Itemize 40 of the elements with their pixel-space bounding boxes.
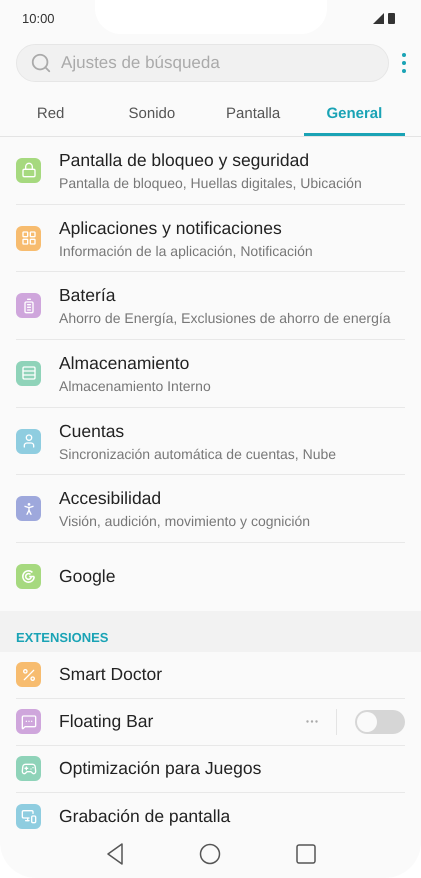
settings-item[interactable]: Google	[16, 543, 405, 611]
item-subtitle: Sincronización automática de cuentas, Nube	[59, 446, 338, 462]
item-title: Google	[59, 566, 116, 588]
settings-item[interactable]: Floating Bar	[16, 698, 405, 746]
item-title: Smart Doctor	[59, 664, 164, 686]
back-icon[interactable]	[106, 842, 124, 864]
settings-item[interactable]: Grabación de pantalla	[16, 792, 405, 829]
settings-item[interactable]: Accesibilidad Visión, audición, movimiento y cognición	[16, 475, 405, 544]
item-subtitle: Información de la aplicación, Notificación	[59, 242, 314, 259]
recents-icon[interactable]	[296, 844, 316, 864]
tab[interactable]: Sonido	[101, 94, 202, 136]
item-subtitle: Almacenamiento Interno	[59, 378, 212, 394]
item-subtitle: Ahorro de Energía, Exclusiones de ahorro de energía	[59, 310, 392, 326]
settings-item[interactable]: Smart Doctor	[16, 652, 405, 699]
status-time: 10:00	[22, 10, 55, 26]
item-title: Cuentas	[59, 420, 126, 442]
settings-item[interactable]: Almacenamiento Almacenamiento Interno	[16, 340, 405, 408]
item-title: Floating Bar	[59, 711, 154, 732]
item-title: Batería	[59, 285, 116, 306]
section-title: EXTENSIONES	[16, 630, 108, 645]
item-title: Grabación de pantalla	[59, 806, 232, 827]
settings-item[interactable]: Cuentas Sincronización automática de cuentas, Nube	[16, 408, 405, 476]
settings-item[interactable]: Optimización para Juegos	[16, 746, 405, 793]
item-title: Aplicaciones y notificaciones	[59, 218, 283, 239]
settings-item[interactable]: Aplicaciones y notificaciones Información de la aplicación, Notificación	[16, 204, 405, 272]
search-field[interactable]: Ajustes de búsqueda	[16, 44, 389, 82]
more-options-icon[interactable]	[401, 52, 407, 74]
settings-item[interactable]: Pantalla de bloqueo y seguridad Pantalla de bloqueo, Huellas digitales, Ubicación	[16, 137, 405, 205]
item-subtitle: Visión, audición, movimiento y cognición	[59, 513, 312, 530]
item-title: Almacenamiento	[59, 352, 190, 374]
tab[interactable]: Pantalla	[202, 94, 304, 136]
item-title: Pantalla de bloqueo y seguridad	[59, 150, 310, 171]
settings-item[interactable]: Batería Ahorro de Energía, Exclusiones de ahorro de energía	[16, 272, 405, 340]
home-icon[interactable]	[198, 842, 220, 864]
toggle-switch[interactable]	[355, 710, 405, 734]
tab[interactable]: Red	[0, 94, 102, 136]
search-icon	[30, 52, 52, 74]
item-subtitle: Pantalla de bloqueo, Huellas digitales, Ubicación	[59, 174, 363, 191]
item-title: Optimización para Juegos	[59, 758, 262, 780]
item-title: Accesibilidad	[59, 488, 162, 510]
